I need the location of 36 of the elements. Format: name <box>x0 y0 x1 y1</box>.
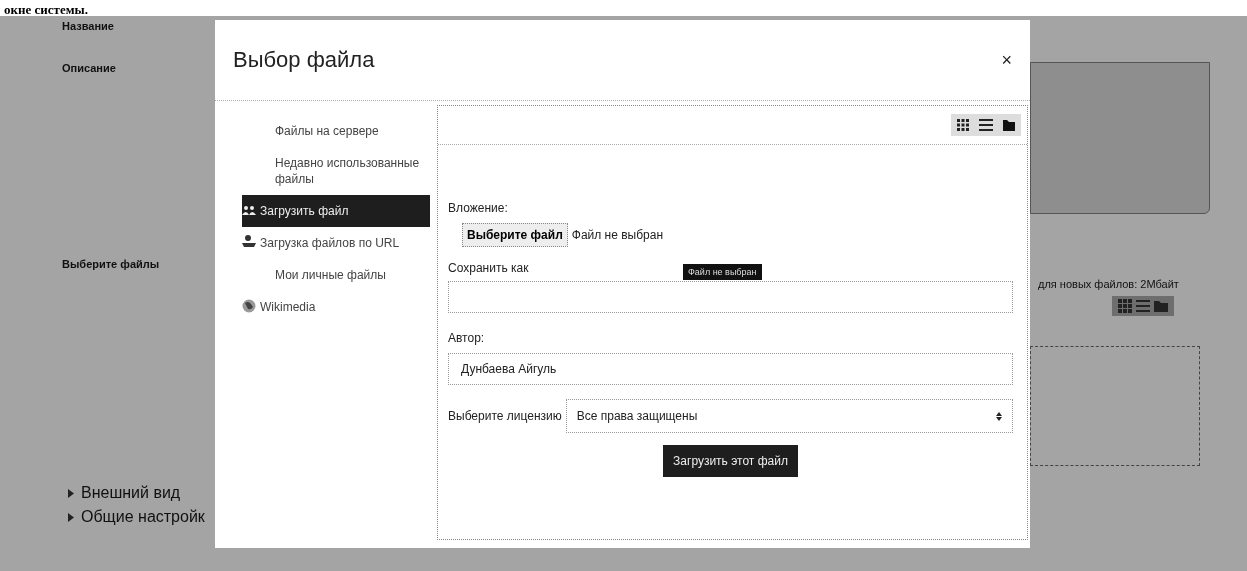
field-label: Описание <box>62 62 116 74</box>
repository-item[interactable]: Wikimedia <box>242 291 430 323</box>
field-label: Название <box>62 20 114 32</box>
people-icon <box>242 203 256 215</box>
choose-file-button[interactable]: Выберите файл <box>462 223 568 247</box>
repository-item[interactable]: Загрузить файл <box>242 195 430 227</box>
author-field[interactable]: Дунбаева Айгуль <box>448 353 1013 385</box>
globe-icon <box>242 299 256 313</box>
repository-item[interactable]: Мои личные файлы <box>242 259 430 291</box>
list-icon[interactable] <box>979 119 993 131</box>
boat-icon <box>242 235 256 247</box>
save-as-label: Сохранить как <box>448 261 529 275</box>
caret-icon[interactable] <box>68 512 74 522</box>
caret-icon[interactable] <box>68 488 74 498</box>
repository-item[interactable]: Недавно использованные файлы <box>242 147 430 195</box>
dialog-title: Выбор файла <box>233 47 375 73</box>
attachment-label: Вложение: <box>448 201 508 215</box>
license-select[interactable]: Все права защищены <box>565 399 1013 433</box>
repository-item[interactable]: Загрузка файлов по URL <box>242 227 430 259</box>
text-area[interactable] <box>1030 62 1210 214</box>
repository-item[interactable]: Файлы на сервере <box>242 115 430 147</box>
close-button[interactable]: × <box>997 49 1016 71</box>
section-heading[interactable]: Внешний вид <box>81 484 181 502</box>
grid-icon[interactable] <box>957 119 969 131</box>
license-label: Выберите лицензию <box>448 409 562 423</box>
file-status: Файл не выбран <box>571 228 664 242</box>
author-label: Автор: <box>448 331 485 345</box>
section-heading[interactable]: Общие настройк <box>81 508 205 526</box>
tooltip: Файл не выбран <box>683 264 762 280</box>
folder-icon[interactable] <box>1003 119 1015 131</box>
upload-button[interactable]: Загрузить этот файл <box>663 445 798 477</box>
field-label: Выберите файлы <box>62 258 160 270</box>
document-caption: окне системы. <box>3 2 88 18</box>
save-as-field[interactable] <box>448 281 1013 313</box>
size-note: для новых файлов: 2Мбайт <box>1038 278 1179 290</box>
sort-arrows-icon <box>996 411 1002 421</box>
